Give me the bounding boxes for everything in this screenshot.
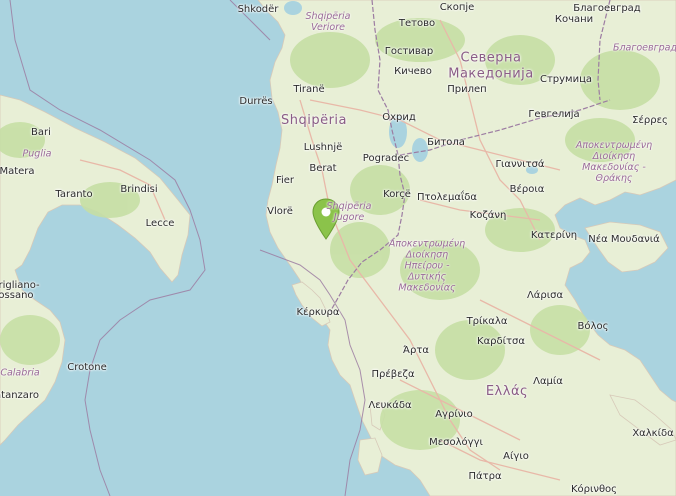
city-label-brindisi: Brindisi bbox=[120, 184, 158, 195]
city-label-kozani: Κοζάνη bbox=[469, 210, 507, 221]
city-label-fier: Fier bbox=[275, 175, 295, 186]
city-label-mesolongi: Μεσολόγγι bbox=[429, 437, 483, 448]
city-label-lecce: Lecce bbox=[145, 218, 175, 229]
city-label-crotone: Crotone bbox=[67, 362, 107, 373]
region-label-blagoevgrad-region: Благоевград bbox=[612, 42, 676, 54]
city-label-nea-moudania: Νέα Μουδανιά bbox=[588, 234, 660, 245]
city-label-veria: Βέροια bbox=[509, 184, 545, 195]
city-label-prilep: Прилеп bbox=[447, 84, 487, 95]
city-label-vlore: Vlorë bbox=[267, 206, 293, 217]
region-label-albania-south: Shqipëria Jugore bbox=[326, 201, 372, 223]
city-label-kochani: Кочани bbox=[554, 14, 594, 25]
city-label-matera: Matera bbox=[0, 166, 35, 177]
region-label-calabria: Calabria bbox=[0, 367, 40, 379]
city-label-bari: Bari bbox=[31, 127, 51, 138]
city-label-kichevo: Кичево bbox=[394, 66, 432, 77]
city-label-shkoder: Shkodër bbox=[237, 4, 279, 15]
city-label-patra: Πάτρα bbox=[468, 471, 502, 482]
city-label-trikala: Τρίκαλα bbox=[466, 316, 508, 327]
city-label-aigio: Αίγιο bbox=[503, 451, 529, 462]
country-label-albania: Shqipëria bbox=[280, 113, 348, 129]
city-label-serres: Σέρρες bbox=[632, 115, 668, 126]
city-label-giannitsa: Γιαννιτσά bbox=[495, 159, 545, 170]
city-label-lushnje: Lushnjë bbox=[303, 142, 343, 153]
region-label-shkoder-partial: Shqipëria Veriore bbox=[305, 11, 351, 33]
region-label-epirus: Αποκεντρωμένη Διοίκηση Ηπείρου - Δυτικής… bbox=[388, 238, 466, 294]
region-label-puglia: Puglia bbox=[22, 148, 52, 160]
country-label-greece: Ελλάς bbox=[485, 384, 529, 400]
city-label-ptolemaida: Πτολεμαΐδα bbox=[416, 192, 478, 203]
region-label-macedonia-thrace: Αποκεντρωμένη Διοίκηση Μακεδονίας - Θράκ… bbox=[575, 140, 653, 184]
city-label-korce: Korçë bbox=[383, 189, 411, 200]
city-label-volos: Βόλος bbox=[577, 321, 609, 332]
city-label-ohrid: Охрид bbox=[382, 112, 416, 123]
city-label-skopje: Скопје bbox=[439, 2, 475, 13]
city-label-taranto: Taranto bbox=[55, 189, 93, 200]
city-label-berat: Berat bbox=[309, 163, 337, 174]
city-label-chalkida: Χαλκίδα bbox=[632, 428, 674, 439]
city-label-tirane: Tiranë bbox=[293, 84, 325, 95]
city-label-blagoevgrad: Благоевград bbox=[573, 3, 641, 14]
city-label-kerkyra: Κέρκυρα bbox=[296, 307, 340, 318]
city-label-lamia: Λαμία bbox=[533, 376, 563, 387]
city-label-strumica: Струмица bbox=[539, 74, 593, 85]
city-label-agrinio: Αγρίνιο bbox=[435, 409, 473, 420]
country-label-north-macedonia: Северна Македонија bbox=[448, 50, 534, 81]
city-label-preveza: Πρέβεζα bbox=[371, 369, 415, 380]
map-canvas[interactable]: Shqipëria Северна Македонија Ελλάς Shqipëri… bbox=[0, 0, 676, 496]
city-label-gostivar: Гостивар bbox=[384, 46, 434, 57]
city-label-katerini: Κατερίνη bbox=[530, 230, 578, 241]
city-label-larisa: Λάρισα bbox=[526, 290, 564, 301]
city-label-bitola: Битола bbox=[427, 137, 465, 148]
city-label-lefkada: Λευκάδα bbox=[368, 400, 412, 411]
city-label-pogradec: Pogradec bbox=[362, 153, 410, 164]
city-label-tetovo: Тетово bbox=[398, 18, 436, 29]
city-label-durres: Durrës bbox=[239, 96, 273, 107]
city-label-karditsa: Καρδίτσα bbox=[477, 336, 525, 347]
city-label-korinthos: Κόρινθος bbox=[570, 484, 618, 495]
city-label-arta: Άρτα bbox=[403, 345, 429, 356]
city-label-gevgelija: Гевгелија bbox=[528, 109, 580, 120]
city-label-corigliano: origliano- ossano bbox=[0, 280, 40, 301]
city-label-catanzaro: atanzaro bbox=[0, 390, 39, 401]
